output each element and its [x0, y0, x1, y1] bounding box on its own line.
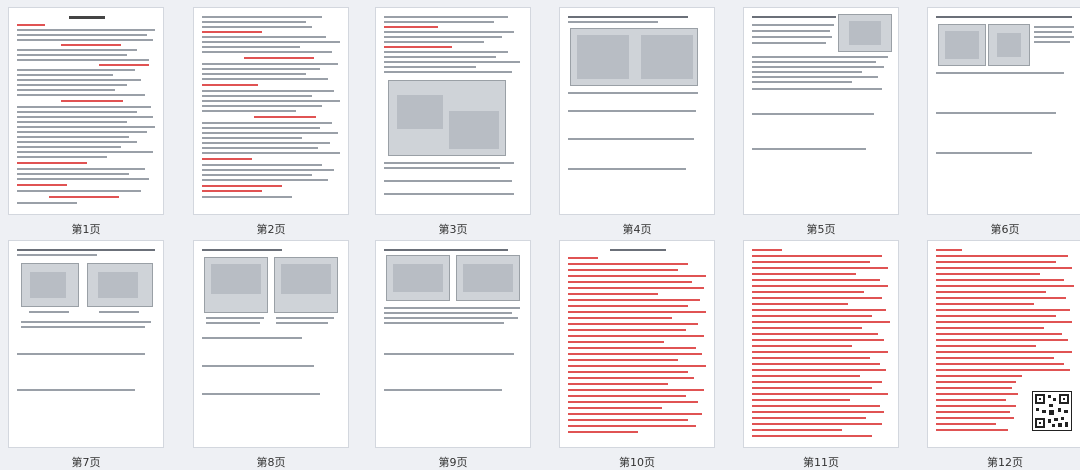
page-preview — [375, 240, 531, 448]
qr-code-icon — [1032, 391, 1072, 431]
page-label: 第6页 — [990, 223, 1020, 236]
comic-panel-left — [21, 263, 79, 307]
page-preview — [559, 240, 715, 448]
page-preview — [559, 7, 715, 215]
page-preview — [8, 7, 164, 215]
comic-image — [570, 28, 698, 86]
page-preview — [193, 7, 349, 215]
page-preview — [927, 240, 1080, 448]
page-label: 第11页 — [803, 456, 839, 469]
page-label: 第8页 — [256, 456, 286, 469]
page-label: 第9页 — [438, 456, 468, 469]
page-label: 第10页 — [619, 456, 655, 469]
page-preview — [743, 240, 899, 448]
page-label: 第12页 — [987, 456, 1023, 469]
page-preview — [375, 7, 531, 215]
comic-panel-right — [87, 263, 153, 307]
page-label: 第1页 — [71, 223, 101, 236]
comic-panel-left — [386, 255, 450, 301]
page-thumbnail-grid: 第1页 第2页 第3页 第4页 第5页 第6页 第7页 第8页 第9页 第10页… — [0, 0, 1080, 469]
page-preview — [927, 7, 1080, 215]
page-label: 第7页 — [71, 456, 101, 469]
tree-illustration — [838, 14, 892, 52]
comic-panel-left — [204, 257, 268, 313]
comic-panel-right — [456, 255, 520, 301]
page-label: 第4页 — [622, 223, 652, 236]
page-label: 第2页 — [256, 223, 286, 236]
illustration-image — [388, 80, 506, 156]
cartoon-image — [988, 24, 1030, 66]
page-preview — [8, 240, 164, 448]
comic-panel-right — [274, 257, 338, 313]
page-preview — [743, 7, 899, 215]
page-label: 第3页 — [438, 223, 468, 236]
product-box-image — [938, 24, 986, 66]
page-label: 第5页 — [806, 223, 836, 236]
page-preview — [193, 240, 349, 448]
